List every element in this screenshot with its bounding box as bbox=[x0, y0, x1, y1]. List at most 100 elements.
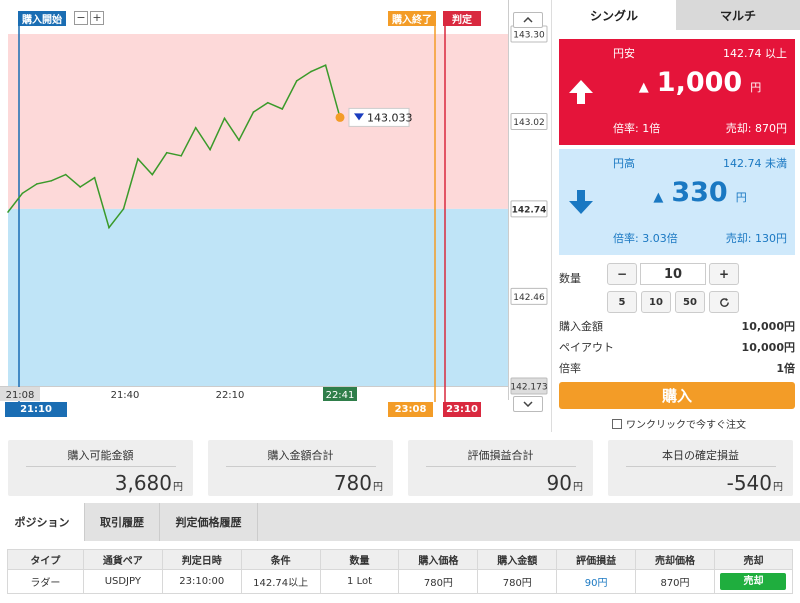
price-point bbox=[64, 173, 67, 176]
summary-label: 評価損益合計 bbox=[467, 449, 534, 462]
scroll-down-button[interactable] bbox=[513, 396, 543, 412]
tab-trade-history[interactable]: 取引履歴 bbox=[85, 503, 160, 541]
price-chart[interactable]: 143.033 143.30 143.02 142.74 142.46 142.173 21… bbox=[0, 0, 550, 432]
oneclick-checkbox[interactable] bbox=[612, 418, 622, 429]
preset-10-button[interactable]: 10 bbox=[641, 291, 671, 313]
option-rate: 倍率: 3.03倍 bbox=[613, 232, 678, 245]
cell-sell-action: 売却 bbox=[713, 569, 794, 594]
option-label: 円安 bbox=[613, 47, 635, 60]
preset-5-button[interactable]: 5 bbox=[607, 291, 637, 313]
option-rate: 倍率: 1倍 bbox=[613, 122, 661, 135]
tab-judge-price-history[interactable]: 判定価格履歴 bbox=[160, 503, 258, 541]
chart-canvas: 143.033 143.30 143.02 142.74 142.46 142.173 21… bbox=[0, 0, 548, 402]
oneclick-label: ワンクリックで今すぐ注文 bbox=[626, 420, 746, 431]
column-header: 購入金額 bbox=[477, 549, 558, 570]
trading-app: 143.033 143.30 143.02 142.74 142.46 142.173 21… bbox=[0, 0, 800, 603]
yen-weak-option-body: 円安 142.74 以上 ▲ 1,000 円 倍率: 1倍 売却: 870円 bbox=[603, 39, 795, 145]
option-label: 円高 bbox=[613, 157, 635, 170]
preset-50-button[interactable]: 50 bbox=[675, 291, 705, 313]
time-axis-label: 22:41 bbox=[326, 390, 355, 401]
price-point bbox=[21, 192, 24, 195]
lower-price-zone bbox=[8, 208, 508, 386]
mode-tabs: シングル マルチ bbox=[552, 0, 800, 30]
price-point bbox=[108, 226, 110, 229]
purchase-start-tag: 購入開始 bbox=[18, 11, 66, 26]
up-arrow-icon bbox=[559, 39, 603, 145]
zoom-out-button[interactable]: − bbox=[74, 11, 88, 25]
option-price: 1,000 bbox=[656, 67, 743, 98]
option-price-unit: 円 bbox=[735, 191, 747, 204]
purchase-amount-row: 購入金額 10,000円 bbox=[559, 318, 795, 334]
judge-time-tag: 23:10 bbox=[443, 402, 481, 417]
price-point bbox=[36, 183, 38, 185]
price-point bbox=[310, 70, 312, 73]
price-point bbox=[223, 117, 226, 120]
current-price-marker bbox=[335, 112, 345, 122]
time-axis-label: 21:40 bbox=[111, 390, 140, 401]
cell-condition: 142.74以上 bbox=[240, 569, 321, 594]
unrealized-pl-box: 評価損益合計 90円 bbox=[408, 440, 593, 496]
down-arrow-icon bbox=[559, 149, 603, 255]
tab-single[interactable]: シングル bbox=[552, 0, 676, 30]
price-point bbox=[194, 126, 197, 129]
cell-purchase-amount: 780円 bbox=[477, 569, 558, 594]
cell-pair: USDJPY bbox=[82, 569, 163, 594]
up-triangle-icon: ▲ bbox=[653, 190, 664, 205]
price-point bbox=[252, 111, 255, 113]
column-header: 判定日時 bbox=[161, 549, 242, 570]
price-point bbox=[93, 176, 96, 179]
quantity-label: 数量 bbox=[559, 272, 581, 285]
summary-value: 780 bbox=[333, 471, 372, 495]
price-axis-label: 143.02 bbox=[513, 118, 545, 128]
price-point bbox=[7, 211, 9, 213]
rate-value: 1倍 bbox=[776, 362, 795, 375]
summary-label: 購入金額合計 bbox=[267, 449, 334, 462]
cell-purchase-price: 780円 bbox=[398, 569, 479, 594]
price-point bbox=[209, 148, 211, 151]
price-axis-label: 142.46 bbox=[513, 293, 545, 303]
option-sell-price: 売却: 130円 bbox=[725, 232, 787, 245]
price-point bbox=[324, 64, 327, 67]
quantity-input[interactable]: 10 bbox=[640, 263, 706, 285]
cell-quantity: 1 Lot bbox=[319, 569, 400, 594]
price-point bbox=[238, 139, 240, 141]
payout-row: ペイアウト 10,000円 bbox=[559, 339, 795, 355]
price-point bbox=[267, 101, 269, 104]
summary-value: -540 bbox=[726, 471, 772, 495]
rate-label: 倍率 bbox=[559, 362, 581, 375]
option-condition: 142.74 以上 bbox=[723, 47, 787, 60]
column-header: 購入価格 bbox=[398, 549, 479, 570]
oneclick-order-option[interactable]: ワンクリックで今すぐ注文 bbox=[612, 416, 746, 431]
sell-button[interactable]: 売却 bbox=[720, 573, 787, 590]
positions-table: タイプ 通貨ペア 判定日時 条件 数量 購入価格 購入金額 評価損益 売却価格 … bbox=[7, 549, 794, 594]
tab-positions[interactable]: ポジション bbox=[0, 503, 85, 541]
quantity-decrease-button[interactable]: − bbox=[607, 263, 637, 285]
column-header: タイプ bbox=[7, 549, 84, 570]
column-header: 売却価格 bbox=[635, 549, 715, 570]
buy-button[interactable]: 購入 bbox=[559, 382, 795, 409]
start-time-tag: 21:10 bbox=[5, 402, 67, 417]
price-point bbox=[281, 108, 284, 110]
time-axis-label: 22:10 bbox=[216, 390, 245, 401]
order-panel: シングル マルチ 円安 142.74 以上 ▲ 1,000 円 倍率: 1倍 売… bbox=[551, 0, 800, 432]
current-price-value: 143.033 bbox=[367, 111, 413, 124]
yen-weak-option-card[interactable]: 円安 142.74 以上 ▲ 1,000 円 倍率: 1倍 売却: 870円 bbox=[559, 39, 795, 145]
tab-multi[interactable]: マルチ bbox=[676, 0, 800, 30]
realized-pl-box: 本日の確定損益 -540円 bbox=[608, 440, 793, 496]
reset-quantity-button[interactable] bbox=[709, 291, 739, 313]
judge-tag: 判定 bbox=[443, 11, 481, 26]
summary-value: 90 bbox=[546, 471, 572, 495]
quantity-increase-button[interactable]: + bbox=[709, 263, 739, 285]
column-header: 数量 bbox=[319, 549, 400, 570]
option-condition: 142.74 未満 bbox=[723, 157, 787, 170]
column-header: 売却 bbox=[713, 549, 794, 570]
refresh-icon bbox=[719, 297, 729, 307]
yen-strong-option-card[interactable]: 円高 142.74 未満 ▲ 330 円 倍率: 3.03倍 売却: 130円 bbox=[559, 149, 795, 255]
price-point bbox=[295, 80, 298, 82]
upper-price-zone bbox=[8, 34, 508, 209]
time-axis-label: 21:08 bbox=[6, 390, 35, 401]
zoom-in-button[interactable]: + bbox=[90, 11, 104, 25]
summary-label: 購入可能金額 bbox=[67, 449, 134, 462]
scroll-up-button[interactable] bbox=[513, 12, 543, 28]
cell-type: ラダー bbox=[7, 569, 84, 594]
